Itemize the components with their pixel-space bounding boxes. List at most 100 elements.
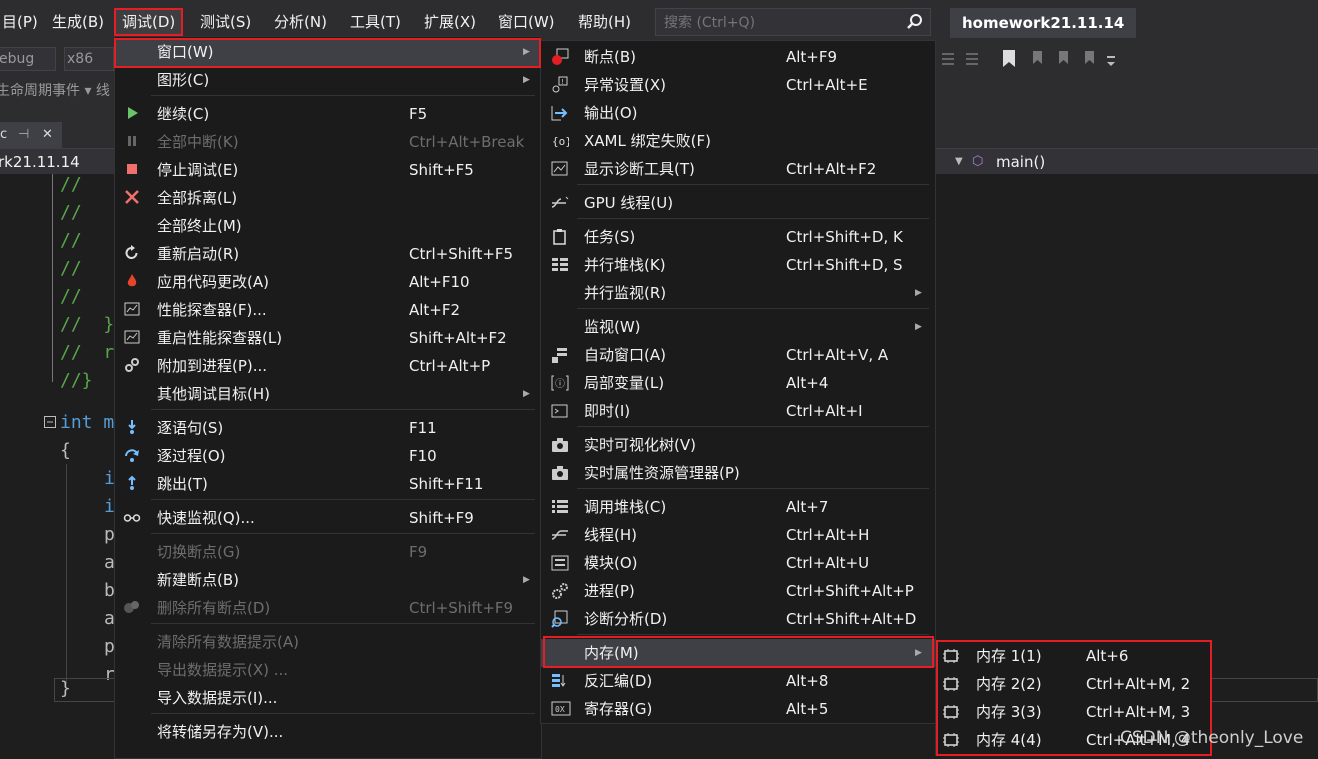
debug-menu-item-1[interactable]: 图形(C) ▶ [115, 66, 541, 94]
debug-menu-item-17[interactable]: 切换断点(G) F9 [115, 538, 541, 566]
menu-item-shortcut: Alt+F10 [409, 273, 470, 291]
debug-menu-item-15[interactable]: 跳出(T) Shift+F11 [115, 470, 541, 498]
menu-item-label: 导出数据提示(X) ... [157, 661, 289, 679]
debug-menu-item-21[interactable]: 导出数据提示(X) ... [115, 656, 541, 684]
window-menu-item-13[interactable]: 实时可视化树(V) [541, 431, 935, 459]
event-dropdown[interactable]: 生命周期事件 ▾ 线 [0, 80, 110, 100]
debug-menu-item-8[interactable]: 应用代码更改(A) Alt+F10 [115, 268, 541, 296]
debug-menu-item-3[interactable]: 全部中断(K) Ctrl+Alt+Break [115, 128, 541, 156]
window-menu-item-15[interactable]: 调用堆栈(C) Alt+7 [541, 493, 935, 521]
window-menu-item-19[interactable]: 诊断分析(D) Ctrl+Shift+Alt+D [541, 605, 935, 633]
window-menu-item-5[interactable]: GPU 线程(U) [541, 189, 935, 217]
menu-build[interactable]: 生成(B) [44, 10, 112, 34]
memory-menu-item-0[interactable]: 内存 1(1) Alt+6 [936, 642, 1211, 670]
window-menu-item-17[interactable]: 模块(O) Ctrl+Alt+U [541, 549, 935, 577]
chevron-down-icon[interactable]: ▼ [955, 151, 963, 173]
debug-menu-item-10[interactable]: 重启性能探查器(L) Shift+Alt+F2 [115, 324, 541, 352]
window-menu-item-7[interactable]: 并行堆栈(K) Ctrl+Shift+D, S [541, 251, 935, 279]
pin-icon[interactable]: ⊣ [18, 122, 29, 148]
window-menu-item-8[interactable]: 并行监视(R) ▶ [541, 279, 935, 307]
menu-item-shortcut: Shift+F5 [409, 161, 474, 179]
window-menu-item-4[interactable]: 显示诊断工具(T) Ctrl+Alt+F2 [541, 155, 935, 183]
window-menu-item-9[interactable]: 监视(W) ▶ [541, 313, 935, 341]
menu-separator [577, 184, 929, 185]
menu-item-label: 全部拆离(L) [157, 189, 238, 207]
code-line: int m [60, 412, 115, 433]
window-menu-item-12[interactable]: 即时(I) Ctrl+Alt+I [541, 397, 935, 425]
window-menu-item-14[interactable]: 实时属性资源管理器(P) [541, 459, 935, 487]
window-menu-item-21[interactable]: 反汇编(D) Alt+8 [541, 667, 935, 695]
clear-bookmarks-icon[interactable] [1082, 50, 1098, 68]
menu-project[interactable]: 目(P) [0, 10, 46, 34]
menu-tools[interactable]: 工具(T) [342, 10, 409, 34]
window-menu-item-11[interactable]: ⓘ 局部变量(L) Alt+4 [541, 369, 935, 397]
debug-menu-item-0[interactable]: 窗口(W) ▶ [115, 38, 541, 66]
menu-item-label: 窗口(W) [157, 43, 214, 61]
debug-menu-item-11[interactable]: 附加到进程(P)... Ctrl+Alt+P [115, 352, 541, 380]
menu-item-shortcut: Ctrl+Shift+F9 [409, 599, 514, 617]
window-menu-item-0[interactable]: 断点(B) Alt+F9 [541, 43, 935, 71]
window-menu-item-2[interactable]: 输出(O) [541, 99, 935, 127]
menu-extensions[interactable]: 扩展(X) [416, 10, 484, 34]
menu-item-label: 模块(O) [584, 554, 638, 572]
project-scope-dropdown[interactable]: rk21.11.14 [0, 151, 80, 173]
debug-menu-item-12[interactable]: 其他调试目标(H) ▶ [115, 380, 541, 408]
debug-menu-item-4[interactable]: 停止调试(E) Shift+F5 [115, 156, 541, 184]
debug-menu-item-18[interactable]: 新建断点(B) ▶ [115, 566, 541, 594]
memory-menu-item-2[interactable]: 内存 3(3) Ctrl+Alt+M, 3 [936, 698, 1211, 726]
submenu-arrow-icon: ▶ [523, 389, 530, 399]
debug-menu-item-23[interactable]: 将转储另存为(V)... [115, 718, 541, 746]
search-input[interactable] [662, 9, 906, 37]
window-menu-item-16[interactable]: 线程(H) Ctrl+Alt+H [541, 521, 935, 549]
debug-menu-item-22[interactable]: 导入数据提示(I)... [115, 684, 541, 712]
next-bookmark-icon[interactable] [1056, 50, 1072, 68]
window-menu-item-10[interactable]: 自动窗口(A) Ctrl+Alt+V, A [541, 341, 935, 369]
toolbar-overflow-icon[interactable] [1106, 54, 1116, 68]
collapse-icon[interactable] [44, 416, 56, 428]
debug-menu: 窗口(W) ▶ 图形(C) ▶ 继续(C) F5 全部中断(K) Ctrl+Alt+Break… [114, 36, 542, 759]
debug-menu-item-7[interactable]: 重新启动(R) Ctrl+Shift+F5 [115, 240, 541, 268]
menu-item-shortcut: Alt+F9 [786, 48, 838, 66]
uncomment-icon[interactable] [964, 50, 980, 68]
debug-menu-item-5[interactable]: 全部拆离(L) [115, 184, 541, 212]
menu-item-shortcut: Ctrl+Alt+U [786, 554, 870, 572]
debug-menu-item-9[interactable]: 性能探查器(F)... Alt+F2 [115, 296, 541, 324]
step-into-icon [123, 419, 141, 437]
window-menu-item-18[interactable]: 进程(P) Ctrl+Shift+Alt+P [541, 577, 935, 605]
memory-icon [942, 703, 960, 721]
window-menu-item-6[interactable]: 任务(S) Ctrl+Shift+D, K [541, 223, 935, 251]
code-line: // r [60, 342, 115, 363]
debug-menu-item-20[interactable]: 清除所有数据提示(A) [115, 628, 541, 656]
search-box[interactable] [655, 8, 931, 37]
platform-dropdown[interactable]: x86 [64, 47, 114, 71]
debug-menu-item-2[interactable]: 继续(C) F5 [115, 100, 541, 128]
configuration-dropdown[interactable]: ebug [0, 47, 56, 71]
debug-menu-item-13[interactable]: 逐语句(S) F11 [115, 414, 541, 442]
document-tab[interactable]: c ⊣ ✕ [0, 122, 62, 148]
window-menu-item-22[interactable]: 0X 寄存器(G) Alt+5 [541, 695, 935, 723]
menu-item-label: 清除所有数据提示(A) [157, 633, 299, 651]
close-tab-icon[interactable]: ✕ [42, 122, 53, 148]
debug-menu-item-19[interactable]: 删除所有断点(D) Ctrl+Shift+F9 [115, 594, 541, 622]
menu-separator [151, 499, 535, 500]
debug-menu-item-16[interactable]: 快速监视(Q)... Shift+F9 [115, 504, 541, 532]
hot-reload-icon [123, 273, 141, 291]
menu-item-label: 内存 3(3) [976, 703, 1042, 721]
function-dropdown[interactable]: main() [996, 151, 1045, 173]
menu-help[interactable]: 帮助(H) [570, 10, 639, 34]
menu-window[interactable]: 窗口(W) [490, 10, 563, 34]
processes-icon [551, 582, 569, 600]
menu-debug[interactable]: 调试(D) [114, 8, 184, 36]
window-menu-item-20[interactable]: 内存(M) ▶ [541, 639, 935, 667]
menu-test[interactable]: 测试(S) [192, 10, 259, 34]
debug-menu-item-14[interactable]: 逐过程(O) F10 [115, 442, 541, 470]
comment-icon[interactable] [940, 50, 956, 68]
bookmark-icon[interactable] [1002, 49, 1016, 69]
prev-bookmark-icon[interactable] [1030, 50, 1046, 68]
window-menu-item-1[interactable]: ! 异常设置(X) Ctrl+Alt+E [541, 71, 935, 99]
window-menu-item-3[interactable]: {o} XAML 绑定失败(F) [541, 127, 935, 155]
menu-analyze[interactable]: 分析(N) [266, 10, 335, 34]
memory-menu-item-1[interactable]: 内存 2(2) Ctrl+Alt+M, 2 [936, 670, 1211, 698]
debug-menu-item-6[interactable]: 全部终止(M) [115, 212, 541, 240]
search-icon[interactable] [906, 13, 924, 31]
